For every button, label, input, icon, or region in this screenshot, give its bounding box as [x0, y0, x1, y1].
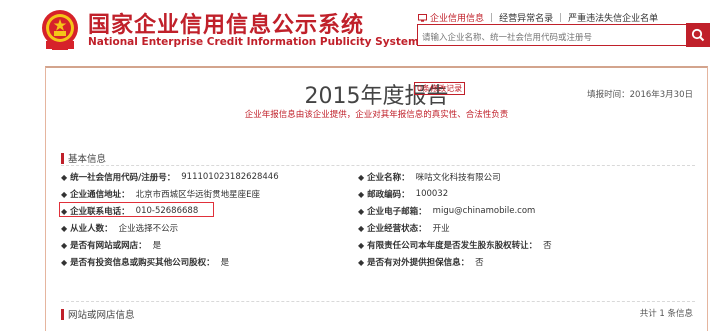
divider [61, 301, 695, 302]
field-investment: ◆ 是否有投资信息或购买其他公司股权： 是 [61, 257, 230, 269]
fill-date: 填报时间：2016年3月30日 [587, 90, 693, 100]
nav-abnormal-list[interactable]: 经营异常名录 [499, 11, 553, 24]
field-employees: ◆ 从业人数： 企业选择不公示 [61, 223, 179, 235]
record-count: 共计 1 条信息 [639, 309, 693, 319]
field-email: ◆ 企业电子邮箱： migu@chinamobile.com [358, 206, 536, 217]
bullet-icon: ◆ [61, 223, 68, 233]
bullet-icon: ◆ [358, 240, 365, 250]
bullet-icon: ◆ [61, 240, 68, 250]
field-credit-code: ◆ 统一社会信用代码/注册号： 911101023182628446 [61, 172, 279, 183]
field-guarantee: ◆ 是否有对外提供担保信息： 否 [358, 257, 484, 269]
search-icon [691, 28, 705, 42]
annual-report-panel: 2015年度报告 0条修改记录 填报时间：2016年3月30日 企业年报信息由该… [45, 66, 708, 331]
bullet-icon: ◆ [61, 257, 68, 267]
field-address: ◆ 企业通信地址： 北京市西城区华远街贯地星座E座 [61, 189, 261, 201]
divider [61, 165, 695, 166]
nav-dishonest-list[interactable]: 严重违法失信企业名单 [568, 11, 658, 24]
bullet-icon: ◆ [358, 223, 365, 233]
bullet-icon: ◆ [358, 257, 365, 267]
website-info-section-title: 网站或网店信息 [61, 307, 135, 321]
search-input[interactable] [418, 28, 687, 48]
field-website: ◆ 是否有网站或网店： 是 [61, 240, 162, 252]
bullet-icon: ◆ [358, 172, 365, 182]
modification-record-badge[interactable]: 0条修改记录 [414, 82, 466, 95]
nav-separator: | [490, 12, 494, 23]
field-company-name: ◆ 企业名称： 咪咕文化科技有限公司 [358, 172, 501, 184]
bullet-icon: ◆ [358, 189, 365, 199]
section-marker [61, 308, 64, 320]
site-header: 国家企业信用信息公示系统 National Enterprise Credit … [0, 0, 720, 60]
report-notice: 企业年报信息由该企业提供，企业对其年报信息的真实性、合法性负责 [244, 110, 509, 120]
national-emblem-icon [42, 10, 78, 50]
field-equity-transfer: ◆ 有限责任公司本年度是否发生股东股权转让： 否 [358, 240, 552, 252]
section-marker [61, 152, 64, 164]
field-business-status: ◆ 企业经营状态： 开业 [358, 223, 450, 235]
phone-highlight-box [59, 202, 214, 217]
bullet-icon: ◆ [61, 189, 68, 199]
monitor-icon [418, 13, 427, 22]
search-box [417, 24, 687, 48]
site-title: 国家企业信用信息公示系统 [88, 13, 365, 38]
search-button[interactable] [686, 23, 710, 47]
nav-enterprise-credit[interactable]: 企业信用信息 [430, 11, 484, 24]
field-postcode: ◆ 邮政编码： 100032 [358, 189, 449, 200]
bullet-icon: ◆ [61, 172, 68, 182]
site-subtitle: National Enterprise Credit Information P… [88, 36, 419, 48]
bullet-icon: ◆ [358, 206, 365, 216]
top-nav: 企业信用信息 | 经营异常名录 | 严重违法失信企业名单 [418, 11, 658, 24]
basic-info-section-title: 基本信息 [61, 151, 106, 165]
nav-separator: | [559, 12, 563, 23]
